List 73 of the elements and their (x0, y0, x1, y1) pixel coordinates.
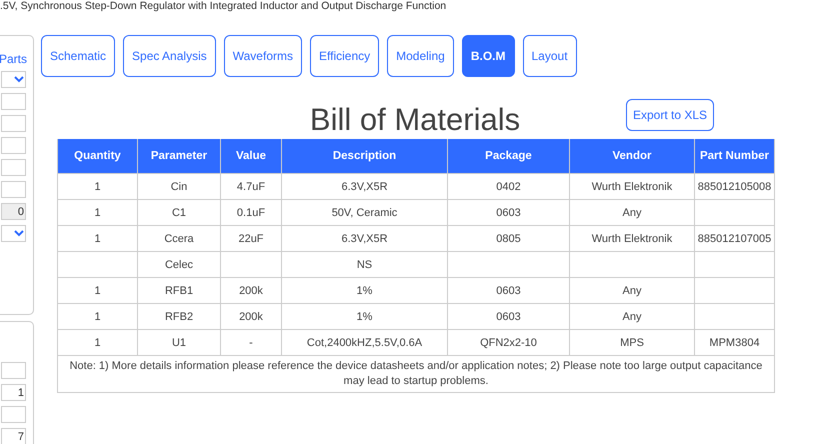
column-header: Parameter (138, 139, 220, 174)
page-title: .5V, Synchronous Step-Down Regulator with Integrated Inductor and Output Discharge Function (0, 0, 448, 12)
input-field[interactable] (1, 181, 26, 198)
input-field[interactable]: 1 (1, 384, 26, 401)
tab[interactable]: Efficiency (310, 35, 380, 77)
column-header: Value (220, 139, 282, 174)
table-cell: 0402 (448, 174, 570, 200)
table-cell: 6.3V,X5R (282, 174, 448, 200)
table-cell: Cin (138, 174, 220, 200)
table-cell: 50V, Ceramic (282, 200, 448, 226)
input-field[interactable] (1, 362, 26, 379)
dropdown[interactable] (1, 225, 26, 242)
table-cell: RFB2 (138, 304, 220, 330)
table-cell: 0.1uF (220, 200, 282, 226)
tab[interactable]: Waveforms (224, 35, 302, 77)
table-cell: NS (282, 252, 448, 278)
table-cell: Cot,2400kHZ,5.5V,0.6A (282, 330, 448, 356)
section-title: Bill of Materials (310, 102, 520, 138)
table-cell: 1 (58, 174, 138, 200)
tab[interactable]: Modeling (387, 35, 454, 77)
export-button[interactable]: Export to XLS (626, 99, 714, 131)
tab[interactable]: B.O.M (462, 35, 514, 77)
input-field[interactable] (1, 137, 26, 154)
table-cell: 6.3V,X5R (282, 226, 448, 252)
table-cell: U1 (138, 330, 220, 356)
input-field[interactable] (1, 115, 26, 132)
column-header: Vendor (570, 139, 694, 174)
input-field[interactable]: 7 (1, 428, 26, 444)
table-cell: 200k (220, 278, 282, 304)
table-cell: 1 (58, 226, 138, 252)
table-cell: 885012105008 (694, 174, 774, 200)
table-cell: 22uF (220, 226, 282, 252)
table-cell: 200k (220, 304, 282, 330)
tab[interactable]: Layout (522, 35, 577, 77)
table-cell: 1 (58, 330, 138, 356)
table-cell: 0603 (448, 304, 570, 330)
column-header: Package (448, 139, 570, 174)
parts-link[interactable]: Parts (0, 52, 27, 66)
column-header: Quantity (58, 139, 138, 174)
column-header: Part Number (694, 139, 774, 174)
input-field[interactable] (1, 406, 26, 423)
table-cell: Wurth Elektronik (570, 174, 694, 200)
table-cell: 4.7uF (220, 174, 282, 200)
table-cell: Ccera (138, 226, 220, 252)
table-note: Note: 1) More details information please reference the device datasheets and/or application notes; 2) Please note too large output capacitance may lead to startup problems. (58, 356, 774, 392)
table-cell: C1 (138, 200, 220, 226)
table-cell: Any (570, 278, 694, 304)
table-cell: 1 (58, 200, 138, 226)
table-cell: Any (570, 200, 694, 226)
table-cell: 1 (58, 304, 138, 330)
table-cell: QFN2x2-10 (448, 330, 570, 356)
column-header: Description (282, 139, 448, 174)
table-cell: 885012107005 (694, 226, 774, 252)
table-cell: Celec (138, 252, 220, 278)
table-cell: 0805 (448, 226, 570, 252)
table-cell: Any (570, 304, 694, 330)
table-cell: - (220, 330, 282, 356)
table-cell: RFB1 (138, 278, 220, 304)
table-cell: MPS (570, 330, 694, 356)
tab[interactable]: Spec Analysis (123, 35, 216, 77)
table-cell: MPM3804 (694, 330, 774, 356)
input-field[interactable] (1, 93, 26, 110)
table-cell: 1% (282, 304, 448, 330)
table-cell: 1% (282, 278, 448, 304)
dropdown[interactable] (1, 71, 26, 88)
tab[interactable]: Schematic (41, 35, 116, 77)
table-cell: 0603 (448, 200, 570, 226)
table-cell: 1 (58, 278, 138, 304)
table-cell: Wurth Elektronik (570, 226, 694, 252)
table-cell: 0603 (448, 278, 570, 304)
chevron-down-icon (14, 230, 24, 237)
input-field[interactable] (1, 159, 26, 176)
chevron-down-icon (14, 76, 24, 83)
